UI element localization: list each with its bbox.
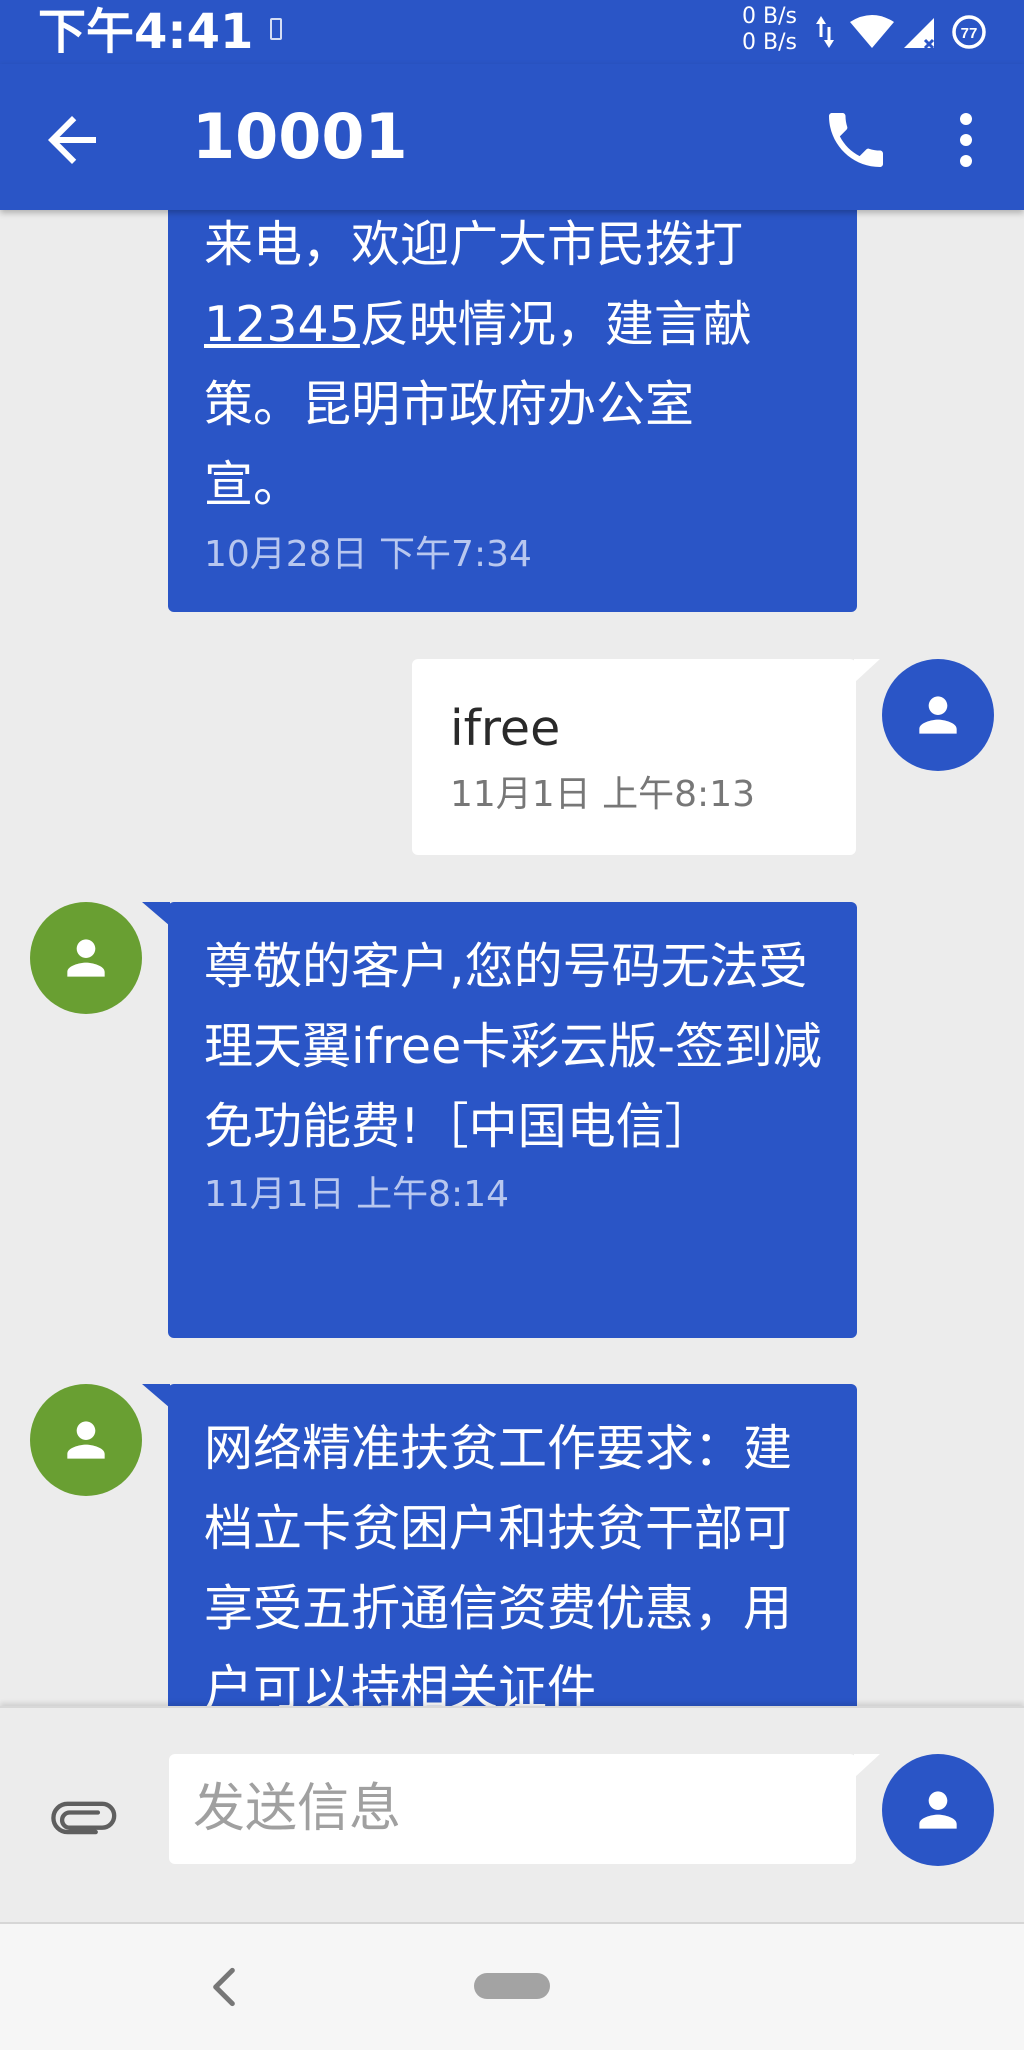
status-bar: 下午4:41 0 B/s 0 B/s 77 [0,0,1024,64]
message-text: 来电，欢迎广大市民拨打 12345反映情况，建言献 策。昆明市政府办公室 宣。 [204,205,827,525]
network-speed: 0 B/s 0 B/s [742,4,797,56]
more-vert-icon[interactable] [930,104,1002,176]
attach-icon[interactable] [50,1798,120,1838]
message-line-rest: 反映情况，建言献 [359,296,752,353]
network-speed-up: 0 B/s [742,4,797,29]
battery-level: 77 [961,25,978,42]
system-nav-bar [0,1922,1024,2050]
phone-icon[interactable] [820,104,892,176]
data-transfer-icon [816,16,834,48]
message-line: 策。昆明市政府办公室 [204,376,695,433]
message-text: 尊敬的客户,您的号码无法受理天翼ifree卡彩云版-签到减免功能费!［中国电信］ [204,938,822,1155]
message-input[interactable] [169,1754,856,1864]
message-text: ifree [450,700,561,757]
message-text: 网络精准扶贫工作要求：建档立卡贫困户和扶贫干部可享受五折通信资费优惠，用户可以持… [204,1420,793,1717]
person-icon [67,1421,105,1459]
phone-number-link[interactable]: 12345 [204,296,360,353]
status-icons: 77 [816,15,986,50]
message-bubble-incoming[interactable]: 尊敬的客户,您的号码无法受理天翼ifree卡彩云版-签到减免功能费!［中国电信］… [168,902,857,1338]
compose-area [0,1706,1024,1924]
send-avatar-button[interactable] [882,1754,994,1866]
bubble-tail [142,1384,170,1408]
message-timestamp: 10月28日 下午7:34 [204,534,532,575]
cell-signal-icon [904,18,935,50]
contact-avatar[interactable] [30,1384,142,1496]
sim-card-icon [270,18,282,40]
self-avatar[interactable] [882,659,994,771]
message-line: 12345反映情况，建言献 [204,285,827,365]
person-icon [67,939,105,977]
message-bubble-incoming[interactable]: 来电，欢迎广大市民拨打 12345反映情况，建言献 策。昆明市政府办公室 宣。 … [168,160,857,612]
person-icon [919,1791,957,1829]
back-arrow-icon[interactable] [36,104,108,176]
app-bar: 10001 [0,64,1024,210]
bubble-tail [854,1754,880,1778]
bubble-tail [142,902,170,926]
message-line: 来电，欢迎广大市民拨打 [204,216,744,273]
home-pill[interactable] [474,1973,550,1999]
network-speed-down: 0 B/s [742,30,797,55]
message-timestamp: 11月1日 上午8:13 [450,774,755,815]
nav-back-icon[interactable] [204,1962,244,2012]
message-bubble-outgoing[interactable]: ifree 11月1日 上午8:13 [412,659,856,855]
message-timestamp: 11月1日 上午8:14 [204,1174,509,1215]
wifi-icon [850,15,894,48]
status-time: 下午4:41 [38,4,254,60]
bubble-tail [854,659,880,683]
person-icon [919,696,957,734]
contact-avatar[interactable] [30,902,142,1014]
conversation-title: 10001 [192,100,408,173]
message-line: 宣。 [204,456,303,513]
